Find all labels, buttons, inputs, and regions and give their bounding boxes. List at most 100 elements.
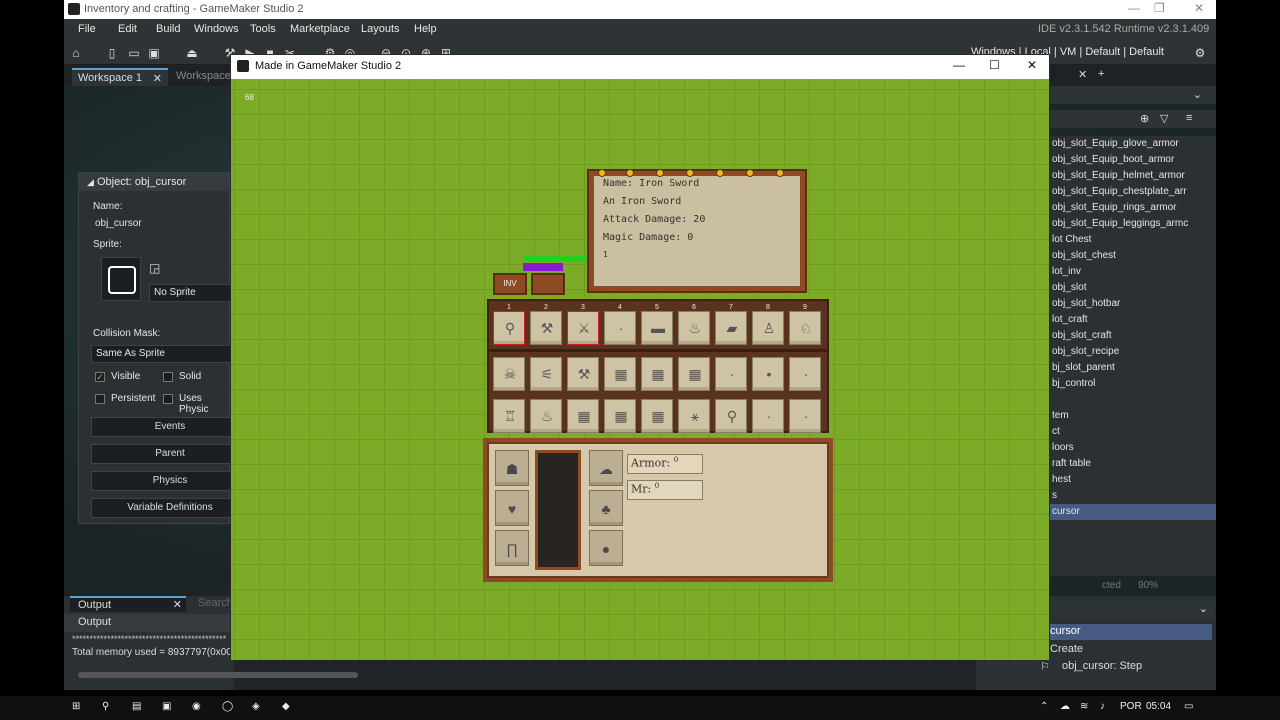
inventory-slot[interactable]: ⚹ <box>678 399 710 433</box>
resource-item[interactable]: obj_slot_Equip_leggings_armc <box>1048 216 1216 232</box>
add-tab-icon[interactable]: + <box>1098 68 1104 80</box>
language-indicator[interactable]: POR <box>1120 701 1142 712</box>
chevron-down-icon[interactable]: ⌄ <box>1199 602 1208 615</box>
resource-item[interactable]: ct <box>1048 424 1216 440</box>
gamemaker-runner-icon[interactable]: ◆ <box>282 701 290 712</box>
resource-item[interactable]: lot_craft <box>1048 312 1216 328</box>
resource-item[interactable]: obj_slot <box>1048 280 1216 296</box>
resource-item[interactable] <box>1048 392 1216 408</box>
maximize-icon[interactable]: ☐ <box>989 58 1000 72</box>
chestplate-slot[interactable]: ♥ <box>495 490 529 526</box>
add-resource-icon[interactable]: ⊕ <box>1140 112 1149 125</box>
ring-slot[interactable]: ● <box>589 530 623 566</box>
inventory-slot[interactable]: ♨ <box>530 399 562 433</box>
inventory-slot[interactable]: ⚟ <box>530 357 562 391</box>
sprite-preview[interactable] <box>101 257 141 301</box>
home-icon[interactable]: ⌂ <box>68 45 84 61</box>
sprite-select[interactable]: No Sprite <box>149 284 231 302</box>
menu-build[interactable]: Build <box>156 23 180 35</box>
parent-button[interactable]: Parent <box>91 444 249 464</box>
close-tab-icon[interactable]: ✕ <box>1078 68 1087 81</box>
inventory-slot[interactable]: ▦ <box>641 399 673 433</box>
inventory-slot[interactable]: · <box>789 357 821 391</box>
glove-slot[interactable]: ☁ <box>589 450 623 486</box>
clock[interactable]: 05:04 <box>1146 701 1171 712</box>
resource-item[interactable]: cursor <box>1048 504 1216 520</box>
persistent-checkbox[interactable] <box>95 394 105 404</box>
minimize-icon[interactable]: — <box>953 58 965 72</box>
notifications-icon[interactable]: ▭ <box>1184 701 1193 712</box>
open-icon[interactable]: ▭ <box>126 45 142 61</box>
resource-item[interactable]: obj_slot_Equip_rings_armor <box>1048 200 1216 216</box>
resource-item[interactable]: tem <box>1048 408 1216 424</box>
inventory-slot[interactable]: · <box>715 357 747 391</box>
hotbar-slot[interactable]: ♨ 6 <box>678 304 710 345</box>
inventory-slot[interactable]: • <box>752 357 784 391</box>
inventory-slot[interactable]: ▦ <box>604 357 636 391</box>
chrome-icon[interactable]: ◉ <box>192 701 201 712</box>
menu-marketplace[interactable]: Marketplace <box>290 23 350 35</box>
events-button[interactable]: Events <box>91 417 249 437</box>
hotbar-slot[interactable]: ⚲ 1 <box>493 304 525 345</box>
event-step-item[interactable]: obj_cursor: Step <box>1062 660 1142 672</box>
event-object-item[interactable]: cursor <box>1048 624 1212 640</box>
tab-workspace-1[interactable]: Workspace 1 ✕ <box>72 68 168 86</box>
windows-start-icon[interactable]: ⊞ <box>72 701 80 712</box>
inventory-slot[interactable]: ▦ <box>641 357 673 391</box>
hotbar-slot[interactable]: ♙ 8 <box>752 304 784 345</box>
sprite-edit-icon[interactable]: ◲ <box>149 261 165 277</box>
chest-tab-button[interactable] <box>531 273 565 295</box>
inventory-slot[interactable]: ⚲ <box>715 399 747 433</box>
inventory-slot[interactable]: ▦ <box>567 399 599 433</box>
new-icon[interactable]: ▯ <box>104 45 120 61</box>
menu-tools[interactable]: Tools <box>250 23 276 35</box>
resource-item[interactable]: obj_slot_Equip_glove_armor <box>1048 136 1216 152</box>
wifi-icon[interactable]: ≋ <box>1080 701 1088 712</box>
restore-icon[interactable]: ❐ <box>1154 1 1165 15</box>
events-dropdown[interactable]: ⌄ <box>1048 602 1214 618</box>
file-explorer-icon[interactable]: ▤ <box>132 701 141 712</box>
hotbar-slot[interactable]: ♘ 9 <box>789 304 821 345</box>
inventory-slot[interactable]: ▦ <box>678 357 710 391</box>
opera-icon[interactable]: ◯ <box>222 701 233 712</box>
resource-item[interactable]: bj_control <box>1048 376 1216 392</box>
resource-item[interactable]: bj_slot_parent <box>1048 360 1216 376</box>
name-field[interactable]: obj_cursor <box>91 216 231 234</box>
resource-item[interactable]: obj_slot_hotbar <box>1048 296 1216 312</box>
search-tab[interactable]: Search <box>198 597 233 609</box>
close-tab-icon[interactable]: ✕ <box>153 72 162 85</box>
store-icon[interactable]: ▣ <box>162 701 171 712</box>
filter-icon[interactable]: ▽ <box>1160 112 1168 125</box>
resource-item[interactable]: loors <box>1048 440 1216 456</box>
resources-zoom[interactable]: 90% <box>1138 580 1158 591</box>
hotbar-slot[interactable]: · 4 <box>604 304 636 345</box>
resource-item[interactable]: hest <box>1048 472 1216 488</box>
inv-button[interactable]: INV <box>493 273 527 295</box>
resources-search-bar[interactable]: ⌄ <box>1048 86 1216 104</box>
resource-item[interactable]: raft table <box>1048 456 1216 472</box>
menu-icon[interactable]: ≡ <box>1186 112 1192 124</box>
visible-checkbox[interactable]: ✓ <box>95 372 105 382</box>
close-icon[interactable]: ✕ <box>1027 58 1037 72</box>
output-tab[interactable]: Output ✕ <box>70 596 186 612</box>
search-icon[interactable]: ⚲ <box>102 701 109 712</box>
boot-slot[interactable]: ♣ <box>589 490 623 526</box>
hotbar-slot[interactable]: ▬ 5 <box>641 304 673 345</box>
inventory-slot[interactable]: · <box>789 399 821 433</box>
uses-physics-checkbox[interactable] <box>163 394 173 404</box>
menu-help[interactable]: Help <box>414 23 437 35</box>
horizontal-scrollbar[interactable] <box>78 672 358 678</box>
resource-item[interactable]: obj_slot_Equip_boot_armor <box>1048 152 1216 168</box>
volume-icon[interactable]: ♪ <box>1100 701 1105 712</box>
cloud-icon[interactable]: ☁ <box>1060 701 1070 712</box>
menu-edit[interactable]: Edit <box>118 23 137 35</box>
menu-file[interactable]: File <box>78 23 96 35</box>
resource-item[interactable]: obj_slot_chest <box>1048 248 1216 264</box>
resource-item[interactable]: s <box>1048 488 1216 504</box>
resource-item[interactable]: lot_inv <box>1048 264 1216 280</box>
close-output-icon[interactable]: ✕ <box>173 598 182 611</box>
gamemaker-icon[interactable]: ◈ <box>252 701 260 712</box>
solid-checkbox[interactable] <box>163 372 173 382</box>
export-icon[interactable]: ⏏ <box>184 45 200 61</box>
resource-item[interactable]: obj_slot_Equip_chestplate_arr <box>1048 184 1216 200</box>
